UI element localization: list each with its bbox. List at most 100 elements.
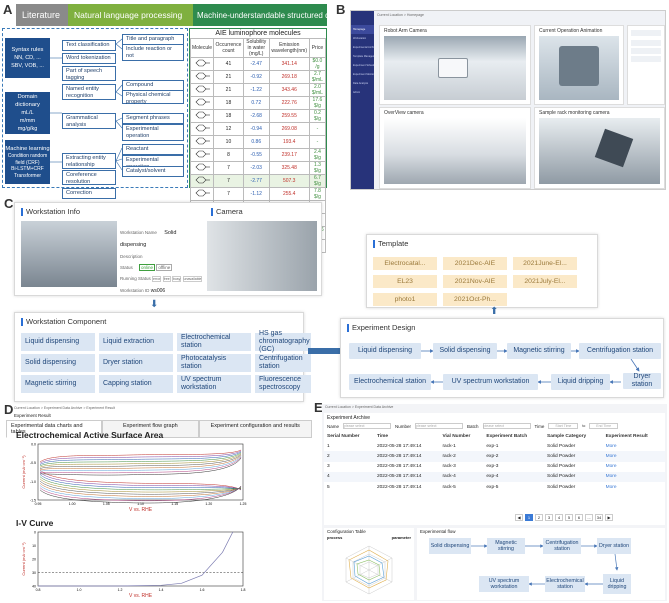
sidebar-item[interactable]: Template Management bbox=[351, 52, 374, 61]
flow-step-dryer[interactable]: Dryer station bbox=[597, 538, 631, 554]
more-link[interactable]: More bbox=[603, 482, 665, 492]
design-step-solid-dispensing[interactable]: Solid dispensing bbox=[433, 343, 497, 359]
sidebar-item[interactable]: Workstation bbox=[351, 34, 374, 43]
template-item[interactable]: 2021Nov-AIE bbox=[443, 275, 507, 288]
component-item[interactable]: Liquid extraction bbox=[99, 333, 173, 351]
template-item[interactable]: EL23 bbox=[373, 275, 437, 288]
molecule-cell: 7 bbox=[213, 187, 244, 201]
molecule-cell: 2.4 $/g bbox=[308, 148, 327, 162]
more-link[interactable]: More bbox=[603, 462, 665, 472]
page-button[interactable]: 1 bbox=[525, 514, 533, 521]
page-button[interactable]: 34 bbox=[595, 514, 603, 521]
sidebar-item[interactable]: Experiment Scheduling bbox=[351, 61, 374, 70]
design-step-electrochemical[interactable]: Electrochemical station bbox=[349, 374, 431, 390]
component-item[interactable]: Liquid dispensing bbox=[21, 333, 95, 351]
robot-arm-camera-feed bbox=[384, 36, 526, 100]
sidebar: HomepageWorkstationExperimental ArchiveT… bbox=[351, 11, 374, 189]
molecule-structure-icon bbox=[189, 109, 215, 123]
x-tick-label: 1.0 bbox=[77, 588, 82, 592]
archive-cell: exp-5 bbox=[486, 484, 499, 490]
template-item[interactable]: Electrocatal... bbox=[373, 257, 437, 270]
next-page-icon[interactable]: ▶ bbox=[605, 514, 613, 521]
molecule-row: 8 -0.55 239.17 2.4 $/g bbox=[189, 148, 327, 162]
robot-arm-camera-card: Robot Arm Camera bbox=[379, 25, 531, 105]
template-item[interactable]: photo1 bbox=[373, 293, 437, 306]
molecule-row: 21 -0.92 269.18 2.7 $/mL bbox=[189, 70, 327, 84]
component-item[interactable]: Photocatalysis station bbox=[177, 354, 251, 372]
component-item[interactable]: Solid dispensing bbox=[21, 354, 95, 372]
molecule-cell: 507.3 bbox=[268, 174, 310, 188]
molecule-cell: 21 bbox=[213, 70, 244, 84]
design-step-dryer[interactable]: Dryer station bbox=[623, 373, 661, 389]
more-link[interactable]: More bbox=[603, 441, 665, 451]
template-item[interactable]: 2021Oct-Ph... bbox=[443, 293, 507, 306]
archive-table: Serial Number Time Vial Number Experiment B… bbox=[324, 431, 665, 492]
template-panel: Template Electrocatal... 2021Dec-AIE 2021J… bbox=[366, 234, 598, 308]
status-online[interactable]: online bbox=[139, 264, 156, 271]
component-item[interactable]: UV spectrum workstation bbox=[177, 375, 251, 393]
flow-step-uv-spectrum[interactable]: UV spectrum workstation bbox=[479, 576, 529, 592]
flow-step-electrochemical[interactable]: Electrochemical station bbox=[545, 576, 585, 592]
molecule-cell: 12 bbox=[213, 122, 244, 136]
archive-cell: exp-3 bbox=[486, 464, 499, 470]
x-tick-label: 1.2 bbox=[118, 588, 123, 592]
archive-cell: Solid Powder bbox=[547, 443, 576, 449]
col-solubility: Solubility in water (mg/L) bbox=[242, 38, 270, 58]
molecule-cell: 18 bbox=[213, 96, 244, 110]
component-item[interactable]: Centrifugation station bbox=[255, 354, 311, 372]
sidebar-item[interactable]: Experimental Archive bbox=[351, 43, 374, 52]
more-link[interactable]: More bbox=[602, 471, 665, 482]
design-step-liquid-dispensing[interactable]: Liquid dispensing bbox=[349, 343, 421, 359]
filter-number-select[interactable]: please select bbox=[415, 423, 464, 429]
domain-dict-title: Domain dictionary bbox=[15, 94, 40, 108]
sidebar-item[interactable]: Experiment Monitoring bbox=[351, 70, 374, 79]
tab-config-results[interactable]: Experiment configuration and results bbox=[198, 420, 312, 438]
status-offline[interactable]: offline bbox=[156, 264, 173, 271]
molecule-row: 41 -2.47 341.14 $0.0 /g bbox=[189, 57, 327, 71]
archive-title: Experiment Archive bbox=[327, 415, 371, 421]
flow-step-centrifugation[interactable]: Centrifugation station bbox=[543, 538, 581, 554]
component-item[interactable]: Capping station bbox=[99, 375, 173, 393]
archive-cell: rack-1 bbox=[442, 443, 456, 449]
prev-page-icon[interactable]: ◀ bbox=[515, 514, 523, 521]
card-title: OverView camera bbox=[384, 110, 424, 116]
sidebar-item[interactable]: Admin bbox=[351, 88, 374, 97]
y-axis-label: Current (mA·cm⁻²) bbox=[21, 455, 26, 489]
page-button[interactable]: ... bbox=[585, 514, 593, 521]
design-step-liquid-dripping[interactable]: Liquid dripping bbox=[551, 374, 610, 390]
col-emission: Emission wavelength(nm) bbox=[268, 38, 310, 58]
design-step-uv-spectrum[interactable]: UV spectrum workstation bbox=[443, 374, 538, 390]
design-step-magnetic-stirring[interactable]: Magnetic stirring bbox=[507, 343, 571, 359]
page-button[interactable]: 3 bbox=[545, 514, 553, 521]
filter-batch-select[interactable]: please select bbox=[482, 423, 531, 429]
page-button[interactable]: 2 bbox=[535, 514, 543, 521]
page-button[interactable]: 5 bbox=[565, 514, 573, 521]
template-item[interactable]: 2021June-El... bbox=[513, 257, 577, 270]
archive-cell: 1 bbox=[327, 443, 330, 449]
molecule-cell: -2.03 bbox=[242, 161, 270, 175]
desc-label: Description bbox=[120, 254, 143, 259]
component-item[interactable]: Magnetic stirring bbox=[21, 375, 95, 393]
page-button[interactable]: 6 bbox=[575, 514, 583, 521]
flow-step-solid-dispensing[interactable]: Solid dispensing bbox=[429, 538, 471, 554]
component-item[interactable]: Dryer station bbox=[99, 354, 173, 372]
filter-end-time[interactable]: End Time bbox=[589, 423, 619, 429]
molecule-cell: 2.0 $/mL bbox=[308, 83, 327, 97]
filter-start-time[interactable]: Start Time bbox=[548, 423, 579, 429]
design-step-centrifugation[interactable]: Centrifugation station bbox=[579, 343, 661, 359]
page-button[interactable]: 4 bbox=[555, 514, 563, 521]
flow-step-magnetic-stirring[interactable]: Magnetic stirring bbox=[487, 538, 525, 554]
molecule-cell: 6.7 $/g bbox=[308, 174, 327, 188]
more-link[interactable]: More bbox=[602, 451, 665, 462]
template-item[interactable]: 2021Dec-AIE bbox=[443, 257, 507, 270]
template-item[interactable]: 2021July-El... bbox=[513, 275, 577, 288]
component-item[interactable]: Electrochemical station bbox=[177, 333, 251, 351]
flow-step-liquid-dripping[interactable]: Liquid dripping bbox=[603, 574, 631, 594]
molecule-cell: 269.18 bbox=[268, 70, 310, 84]
ecsa-title: Electrochemical Active Surface Area bbox=[16, 430, 164, 440]
component-item[interactable]: HS gas chromatography (GC) bbox=[255, 330, 311, 353]
filter-name-select[interactable]: please select bbox=[343, 423, 392, 429]
sidebar-item[interactable]: Homepage bbox=[351, 25, 374, 34]
component-item[interactable]: Fluorescence spectroscopy bbox=[255, 375, 311, 393]
sidebar-item[interactable]: Data Analysis bbox=[351, 79, 374, 88]
